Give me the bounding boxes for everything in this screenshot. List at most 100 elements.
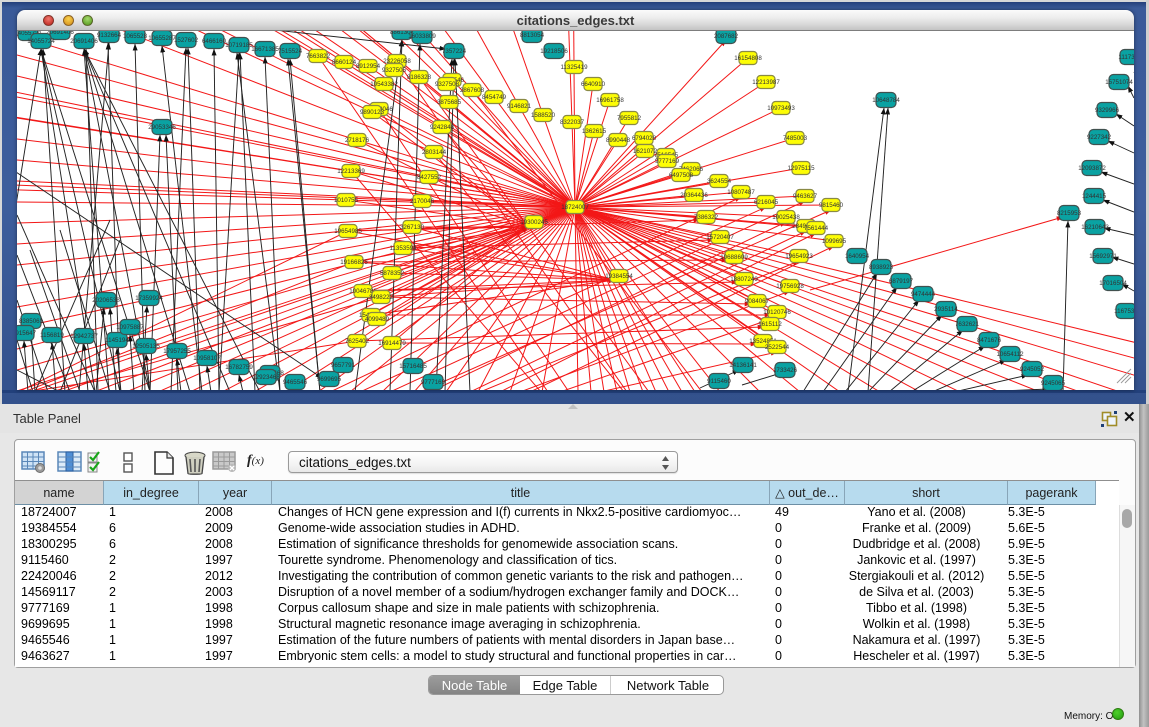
svg-text:7632621: 7632621 — [955, 321, 980, 328]
svg-text:19166825: 19166825 — [340, 259, 368, 266]
svg-text:7955812: 7955812 — [617, 115, 642, 122]
svg-text:8322037: 8322037 — [560, 119, 585, 126]
svg-text:10120746: 10120746 — [763, 309, 791, 316]
svg-text:1733426: 1733426 — [773, 367, 798, 374]
svg-text:17957255: 17957255 — [163, 348, 191, 355]
svg-text:9474444: 9474444 — [911, 291, 936, 298]
svg-text:15720407: 15720407 — [706, 234, 734, 241]
svg-text:1527602: 1527602 — [174, 37, 199, 44]
svg-text:1145194: 1145194 — [105, 337, 129, 344]
svg-text:1010755: 1010755 — [334, 197, 359, 204]
svg-text:9815460: 9815460 — [819, 202, 844, 209]
svg-text:9115460: 9115460 — [707, 378, 731, 385]
svg-text:2522544: 2522544 — [765, 344, 790, 351]
svg-text:6794028: 6794028 — [632, 135, 657, 142]
svg-text:12213369: 12213369 — [337, 168, 365, 175]
svg-text:29053346: 29053346 — [148, 124, 176, 131]
svg-text:2803144: 2803144 — [422, 149, 447, 156]
svg-text:1615112: 1615112 — [758, 321, 782, 328]
svg-text:11325419: 11325419 — [560, 64, 588, 71]
svg-text:16961758: 16961758 — [596, 97, 624, 104]
svg-text:1099695: 1099695 — [822, 238, 847, 245]
svg-text:10025438: 10025438 — [772, 214, 800, 221]
svg-text:19218506: 19218506 — [540, 48, 568, 55]
svg-text:19654985: 19654985 — [334, 228, 362, 235]
svg-text:16210643: 16210643 — [1081, 224, 1109, 231]
svg-text:9227342: 9227342 — [1087, 134, 1112, 141]
svg-text:15716485: 15716485 — [399, 363, 427, 370]
svg-text:8215953: 8215953 — [1057, 210, 1082, 217]
svg-text:3624554: 3624554 — [707, 178, 732, 185]
svg-text:9084067: 9084067 — [745, 298, 770, 305]
svg-text:9245052: 9245052 — [1020, 366, 1045, 373]
svg-text:1156819: 1156819 — [40, 332, 64, 339]
svg-text:8938923: 8938923 — [869, 264, 894, 271]
svg-text:12923468: 12923468 — [252, 374, 280, 381]
svg-text:16033809: 16033809 — [408, 33, 436, 40]
svg-text:2170046: 2170046 — [410, 198, 435, 205]
svg-text:7386322: 7386322 — [694, 214, 719, 221]
svg-text:11353594: 11353594 — [389, 245, 417, 252]
svg-text:8427552: 8427552 — [417, 174, 442, 181]
svg-text:9329966: 9329966 — [1095, 107, 1120, 114]
svg-text:19756928: 19756928 — [776, 283, 804, 290]
svg-text:10719185: 10719185 — [225, 42, 253, 49]
svg-text:20364436: 20364436 — [680, 192, 708, 199]
svg-text:10648784: 10648784 — [872, 97, 900, 104]
svg-text:4099489: 4099489 — [365, 316, 390, 323]
svg-text:15692971: 15692971 — [1089, 253, 1117, 260]
svg-text:3498222: 3498222 — [369, 294, 394, 301]
svg-text:9146821: 9146821 — [507, 103, 532, 110]
svg-text:12093872: 12093872 — [1078, 165, 1106, 172]
svg-text:8385061: 8385061 — [19, 318, 44, 325]
svg-text:9699695: 9699695 — [317, 376, 342, 383]
svg-text:14136141: 14136141 — [729, 362, 757, 369]
svg-text:1362615: 1362615 — [582, 128, 607, 135]
svg-text:7663822: 7663822 — [306, 53, 331, 60]
svg-text:10543382: 10543382 — [370, 81, 398, 88]
svg-text:12505135: 12505135 — [132, 343, 160, 350]
svg-text:1167534: 1167534 — [1114, 308, 1134, 315]
svg-text:2087682: 2087682 — [714, 33, 739, 40]
svg-text:2935114: 2935114 — [934, 306, 958, 313]
svg-text:8990448: 8990448 — [606, 137, 631, 144]
svg-text:8912954: 8912954 — [356, 63, 381, 70]
svg-text:2867608: 2867608 — [460, 87, 485, 94]
svg-text:9777169: 9777169 — [421, 379, 446, 386]
svg-text:9132664: 9132664 — [97, 32, 122, 39]
svg-text:16671385: 16671385 — [251, 46, 279, 53]
svg-text:9245065: 9245065 — [1041, 380, 1066, 387]
svg-text:8454749: 8454749 — [482, 94, 507, 101]
svg-text:10807487: 10807487 — [727, 189, 755, 196]
svg-text:18724007: 18724007 — [561, 204, 589, 211]
svg-text:12975115: 12975115 — [787, 165, 815, 172]
svg-text:10958107: 10958107 — [193, 355, 221, 362]
svg-text:8186328: 8186328 — [407, 74, 432, 81]
svg-text:3267130: 3267130 — [400, 224, 425, 231]
svg-text:10973493: 10973493 — [767, 105, 795, 112]
svg-text:6216045: 6216045 — [754, 199, 779, 206]
svg-text:7357224: 7357224 — [442, 48, 467, 55]
svg-text:9465546: 9465546 — [283, 379, 308, 386]
svg-text:8813054: 8813054 — [520, 32, 545, 39]
svg-text:5878352: 5878352 — [380, 270, 405, 277]
svg-text:16154808: 16154808 — [734, 55, 762, 62]
svg-text:6640910: 6640910 — [581, 81, 606, 88]
svg-text:9327505: 9327505 — [382, 67, 407, 74]
svg-text:14055724: 14055724 — [27, 38, 55, 45]
svg-text:16782759: 16782759 — [225, 364, 253, 371]
svg-text:9463627: 9463627 — [793, 193, 818, 200]
svg-text:10975887: 10975887 — [116, 324, 144, 331]
svg-text:12942737: 12942737 — [70, 333, 98, 340]
svg-text:10654112: 10654112 — [996, 351, 1024, 358]
svg-text:1065528: 1065528 — [123, 33, 148, 40]
svg-text:20691406: 20691406 — [70, 38, 98, 45]
svg-text:6466160: 6466160 — [202, 38, 227, 45]
svg-text:1640954: 1640954 — [845, 253, 870, 260]
svg-text:18807249: 18807249 — [730, 276, 758, 283]
svg-text:3915647: 3915647 — [17, 330, 37, 337]
svg-text:19654923: 19654923 — [785, 253, 813, 260]
svg-text:20206538: 20206538 — [92, 297, 120, 304]
svg-text:10688609: 10688609 — [720, 254, 748, 261]
svg-text:1588520: 1588520 — [531, 112, 556, 119]
